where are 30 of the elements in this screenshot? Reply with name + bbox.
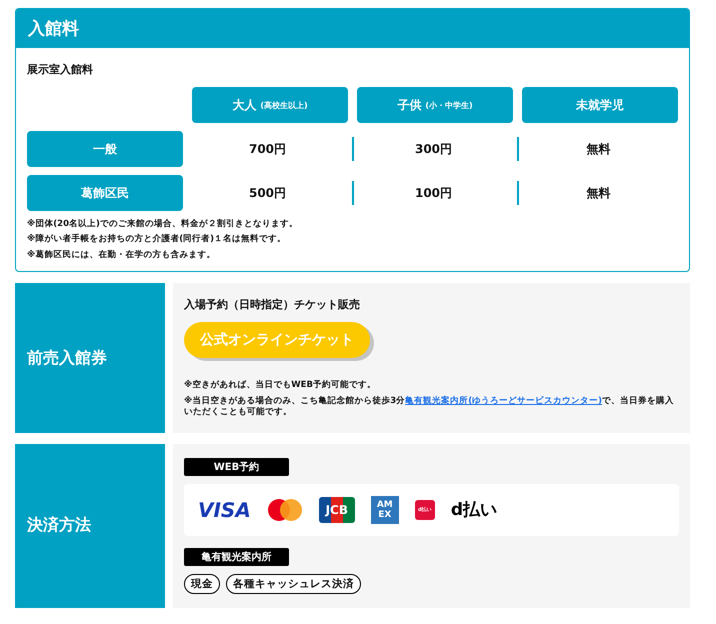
section-heading: 入場予約（日時指定）チケット販売 (184, 297, 360, 312)
price-cell: 700円 (248, 140, 286, 158)
price-cell: 500円 (248, 184, 286, 202)
row-header: 葛飾区民 (27, 175, 183, 211)
note-text: ※障がい者手帳をお持ちの方と介護者(同行者)１名は無料です。 (27, 234, 288, 246)
section-subtitle: 展示室入館料 (27, 62, 94, 77)
visa-logo: VISA (198, 498, 251, 522)
amex-logo: AM EX (370, 496, 399, 524)
dpay-logo-text: d払い (450, 499, 497, 522)
column-header: 大人 (高校生以上) (192, 87, 348, 123)
price-cell: 100円 (414, 184, 452, 202)
web-booking-label: WEB予約 (184, 458, 289, 476)
payment-tag: 各種キャッシュレス決済 (226, 574, 361, 594)
note-text: ※団体(20名以上)でのご来館の場合、料金が２割引きとなります。 (27, 219, 299, 230)
note-text: ※空きがあれば、当日でもWEB予約可能です。 (184, 380, 377, 392)
info-center-link[interactable]: 亀有観光案内所(ゆうろーどサービスカウンター) (405, 396, 602, 406)
card-title: 入館料 (16, 9, 689, 48)
note-text: ※葛飾区民には、在勤・在学の方も含みます。 (27, 250, 216, 262)
row-header: 一般 (27, 131, 183, 167)
column-header: 未就学児 (522, 87, 678, 123)
price-cell: 無料 (586, 140, 610, 158)
office-label: 亀有観光案内所 (184, 548, 289, 566)
payment-tag: 現金 (184, 574, 220, 594)
column-header: 子供 (小・中学生) (357, 87, 513, 123)
section-label: 決済方法 (15, 444, 165, 608)
mastercard-logo (266, 498, 303, 522)
section-label: 前売入館券 (15, 283, 165, 433)
price-cell: 無料 (586, 184, 610, 202)
note-text: ※当日空きがある場合のみ、こち亀記念館から徒歩3分亀有観光案内所(ゆうろーどサービスカウンター)で、当日券を購入いただくことも可能です。 (184, 396, 675, 419)
price-cell: 300円 (414, 140, 452, 158)
